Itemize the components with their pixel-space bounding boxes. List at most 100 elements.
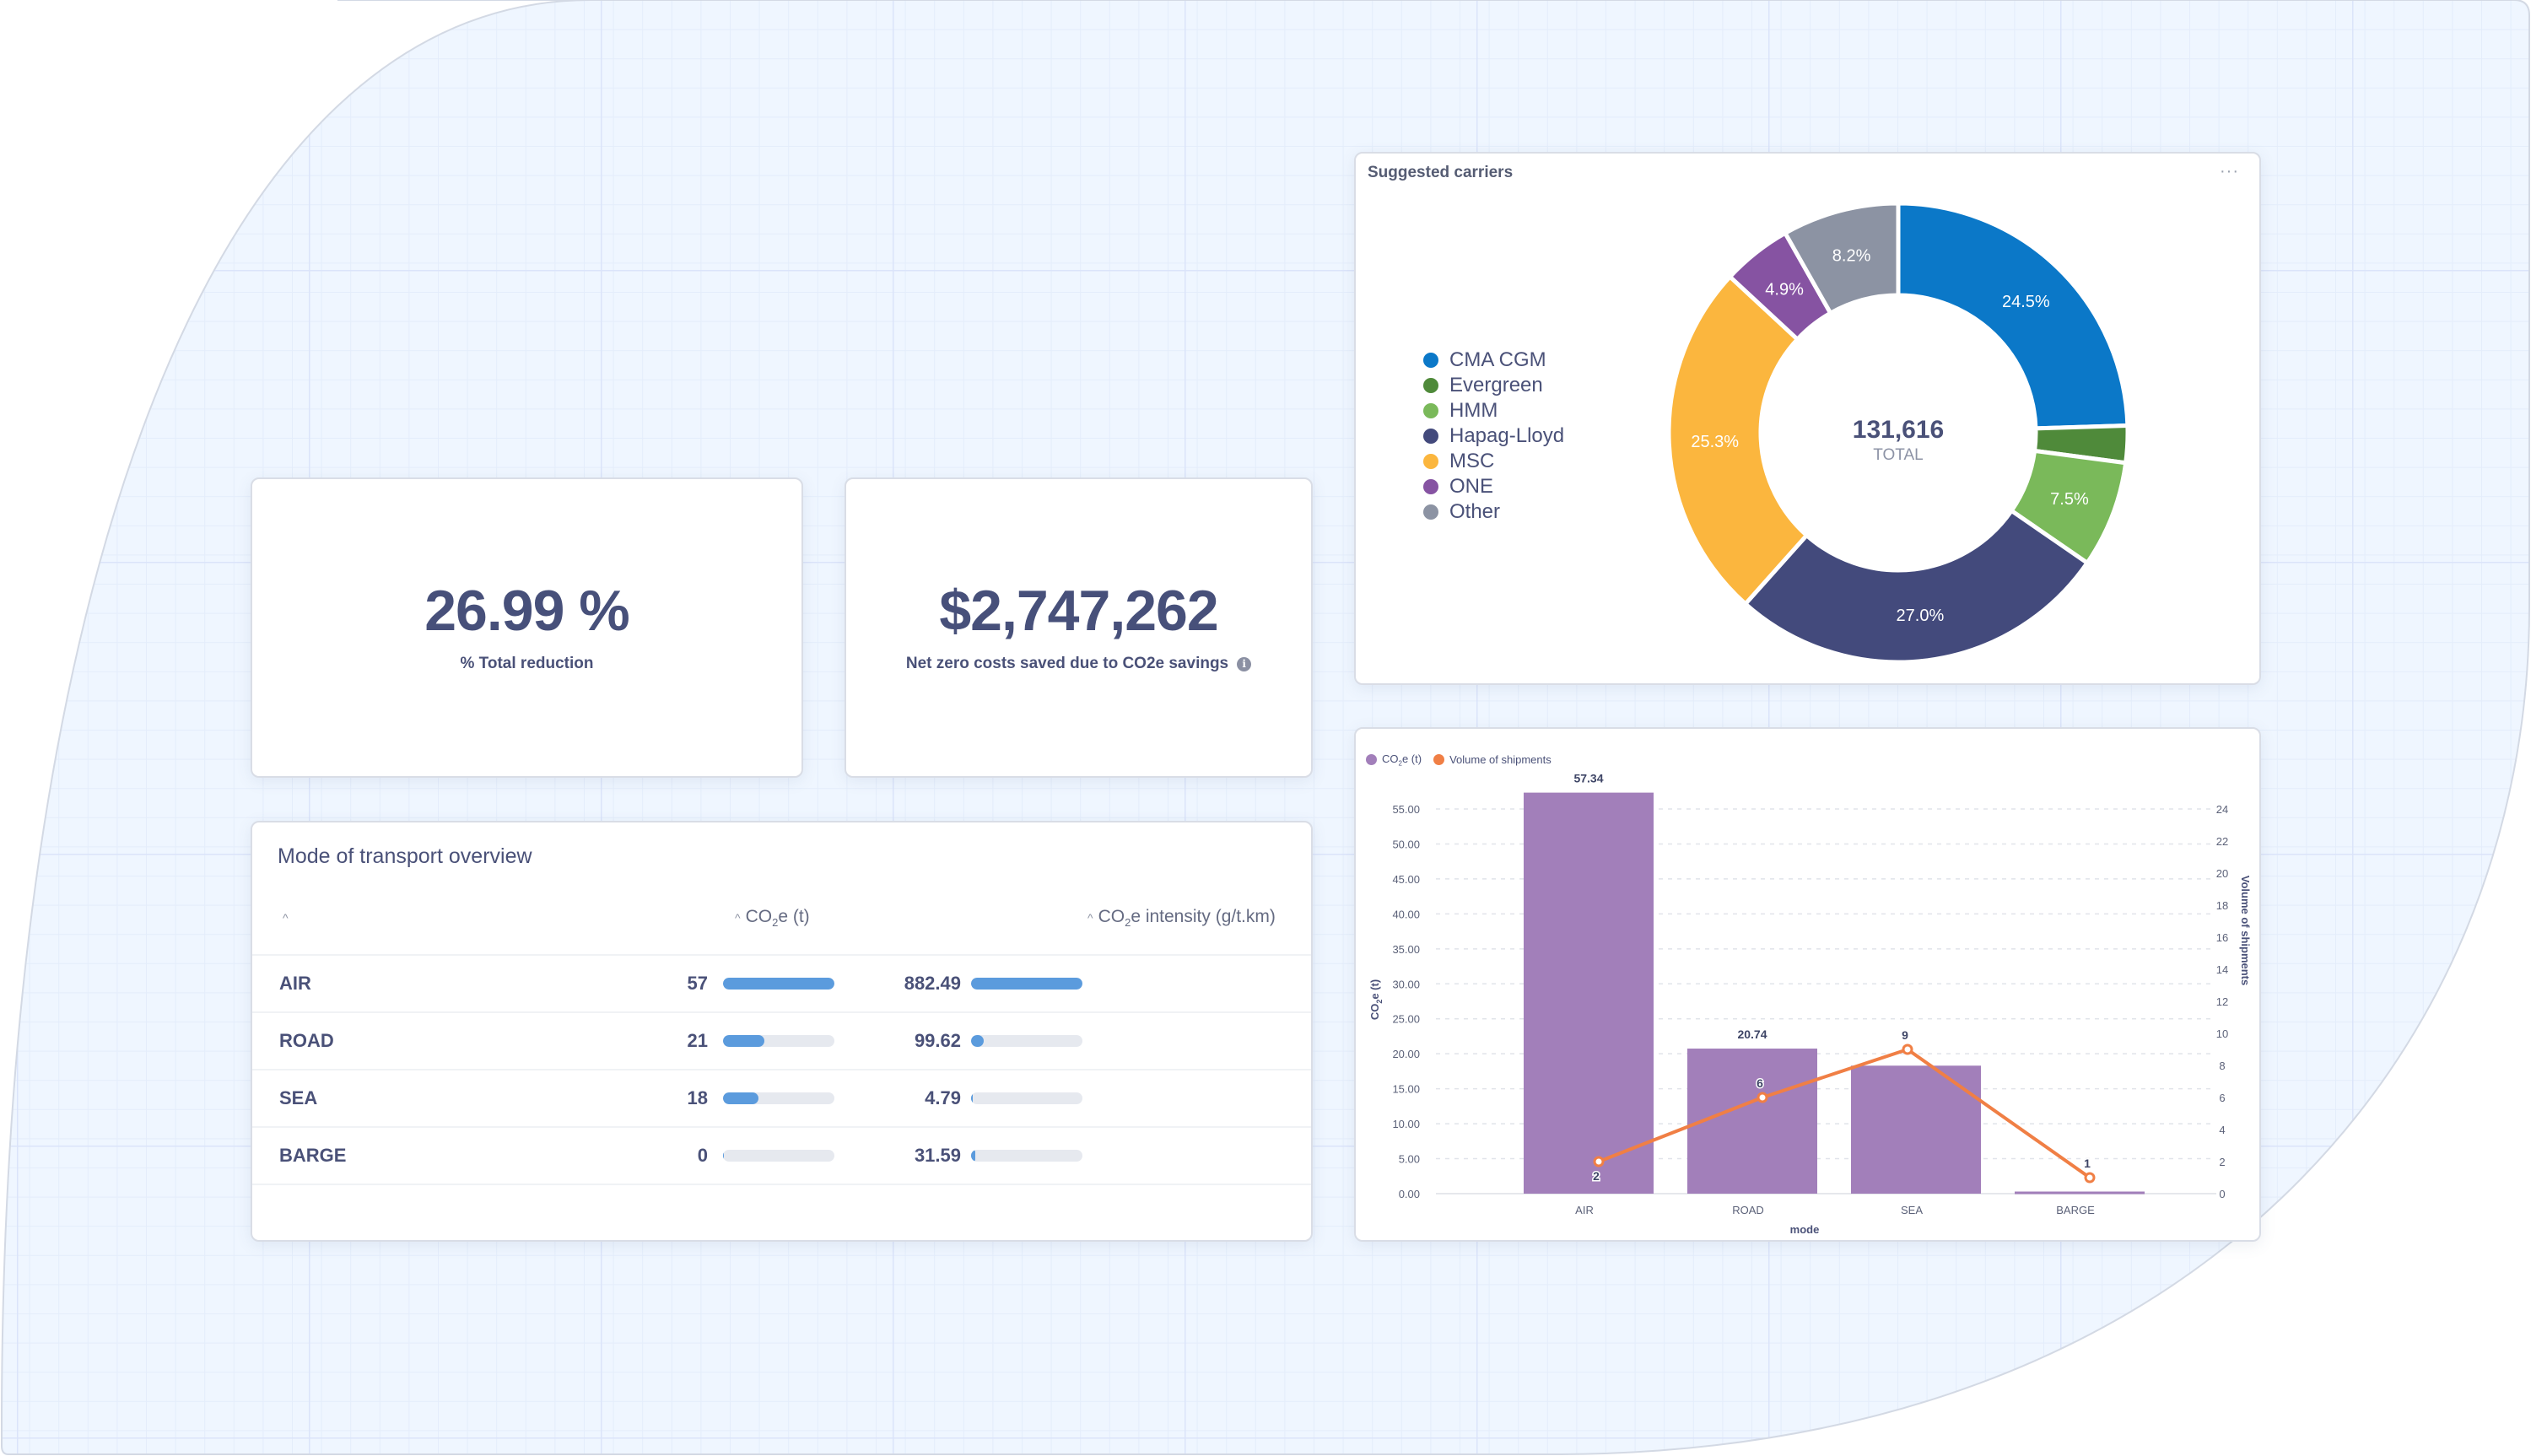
column-header-intensity[interactable]: ^ CO2e intensity (g/t.km) xyxy=(1087,907,1276,929)
slice-label: 25.3% xyxy=(1691,433,1739,451)
intensity-bar xyxy=(971,1150,1082,1162)
bar-sea[interactable] xyxy=(1851,1065,1981,1194)
table-row-divider xyxy=(252,1184,1311,1185)
co2-bar-fill xyxy=(723,1092,758,1104)
volume-point[interactable] xyxy=(1902,1043,1913,1055)
intensity-bar xyxy=(971,1035,1082,1047)
kpi-label: Net zero costs saved due to CO2e savings… xyxy=(905,655,1252,673)
bar-air[interactable] xyxy=(1524,792,1654,1194)
co2-bar xyxy=(723,1150,834,1162)
bar-road[interactable] xyxy=(1687,1049,1817,1194)
y-tick-label: 15.00 xyxy=(1392,1083,1420,1096)
cell-co2: 0 xyxy=(697,1145,708,1166)
volume-point[interactable] xyxy=(1593,1156,1605,1167)
table-row[interactable]: SEA 18 4.79 xyxy=(252,1069,1311,1128)
table-row[interactable]: AIR 57 882.49 xyxy=(252,954,1311,1013)
x-tick-label: SEA xyxy=(1901,1204,1923,1216)
kpi-card-total-reduction: 26.99 % % Total reduction xyxy=(251,477,803,778)
table-row[interactable]: BARGE 0 31.59 xyxy=(252,1126,1311,1185)
volume-value-label: 9 xyxy=(1902,1028,1908,1042)
kpi-label-text: Net zero costs saved due to CO2e savings xyxy=(905,655,1229,672)
x-tick-label: ROAD xyxy=(1732,1204,1764,1216)
slice-label: 27.0% xyxy=(1897,607,1945,625)
cell-intensity: 4.79 xyxy=(925,1087,961,1108)
bar-value-label: 57.34 xyxy=(1573,772,1603,785)
y2-tick-label: 8 xyxy=(2219,1060,2225,1072)
intensity-bar-fill xyxy=(971,1092,973,1104)
table-row[interactable]: ROAD 21 99.62 xyxy=(252,1011,1311,1070)
slice-label: 4.9% xyxy=(1765,280,1804,299)
kpi-value: 26.99 % xyxy=(424,579,630,643)
y2-tick-label: 18 xyxy=(2216,899,2228,912)
y-axis-title-text: e (t) xyxy=(1368,979,1381,1000)
y-tick-label: 20.00 xyxy=(1392,1048,1420,1060)
y-tick-label: 45.00 xyxy=(1392,873,1420,886)
x-axis-title: mode xyxy=(1790,1223,1820,1236)
y-axis-title: CO2e (t) xyxy=(1368,979,1384,1020)
y-tick-label: 50.00 xyxy=(1392,838,1420,850)
info-icon[interactable]: i xyxy=(1237,656,1252,671)
donut-chart: 24.5% 7.5% 27.0% 25.3% 4.9% 8.2% 131,616 TOTAL xyxy=(1666,201,2130,665)
co2-bar xyxy=(723,1035,834,1047)
header-text: e (t) xyxy=(778,907,810,926)
cell-mode: AIR xyxy=(279,973,311,994)
donut-total-value: 131,616 xyxy=(1853,416,1944,444)
co2-bar-fill xyxy=(723,978,834,990)
cell-mode: SEA xyxy=(279,1087,318,1108)
cell-intensity: 31.59 xyxy=(914,1145,961,1166)
intensity-bar-fill xyxy=(971,1035,984,1047)
intensity-bar-fill xyxy=(971,978,1082,990)
y2-tick-label: 24 xyxy=(2216,803,2228,816)
slice-label: 7.5% xyxy=(2050,490,2089,509)
bar-value-label: 20.74 xyxy=(1737,1027,1767,1041)
slice-label: 8.2% xyxy=(1832,247,1871,266)
sort-ascending-icon[interactable]: ^ xyxy=(1087,911,1093,925)
y2-tick-label: 20 xyxy=(2216,867,2228,880)
y2-tick-label: 14 xyxy=(2216,963,2228,976)
y-tick-label: 25.00 xyxy=(1392,1013,1420,1026)
y-tick-label: 10.00 xyxy=(1392,1118,1420,1130)
x-tick-label: AIR xyxy=(1575,1204,1594,1216)
bar-line-chart: 0.005.0010.0015.0020.0025.0030.0035.0040… xyxy=(1368,772,2252,1236)
header-text: CO xyxy=(745,907,773,926)
intensity-bar-fill xyxy=(971,1150,975,1162)
column-header-mode[interactable]: ^ xyxy=(283,907,294,927)
y2-tick-label: 16 xyxy=(2216,931,2228,944)
y-tick-label: 30.00 xyxy=(1392,978,1420,990)
kpi-value: $2,747,262 xyxy=(939,579,1218,643)
header-text: CO xyxy=(1098,907,1125,926)
co2-bar-fill xyxy=(723,1150,725,1162)
cell-mode: BARGE xyxy=(279,1145,347,1166)
volume-point[interactable] xyxy=(1757,1092,1768,1103)
sort-ascending-icon[interactable]: ^ xyxy=(283,911,289,925)
suggested-carriers-card: Suggested carriers ··· CMA CGM Evergreen H… xyxy=(1354,152,2261,685)
table-title: Mode of transport overview xyxy=(278,844,532,868)
cell-co2: 18 xyxy=(687,1087,708,1108)
table-header-row: ^ ^ CO2e (t) ^ CO2e intensity (g/t.km) xyxy=(252,873,1311,954)
y2-tick-label: 10 xyxy=(2216,1027,2228,1040)
y-tick-label: 5.00 xyxy=(1399,1153,1420,1166)
volume-value-label: 1 xyxy=(2084,1157,2091,1170)
y2-tick-label: 2 xyxy=(2219,1156,2225,1168)
donut-slice-cma-cgm[interactable] xyxy=(1896,201,2130,431)
column-header-co2[interactable]: ^ CO2e (t) xyxy=(735,907,810,929)
cell-co2: 57 xyxy=(687,973,708,994)
y2-tick-label: 4 xyxy=(2219,1124,2225,1136)
y-axis-title-text: CO xyxy=(1368,1004,1381,1021)
bar-barge[interactable] xyxy=(2015,1191,2145,1194)
y-tick-label: 0.00 xyxy=(1399,1188,1420,1200)
y2-tick-label: 12 xyxy=(2216,995,2228,1008)
sort-ascending-icon[interactable]: ^ xyxy=(735,911,741,925)
cell-co2: 21 xyxy=(687,1030,708,1051)
y2-axis-title: Volume of shipments xyxy=(2239,876,2252,986)
y2-tick-label: 22 xyxy=(2216,835,2228,848)
kpi-card-net-zero-savings: $2,747,262 Net zero costs saved due to C… xyxy=(845,477,1313,778)
volume-value-label: 6 xyxy=(1757,1076,1763,1090)
volume-point[interactable] xyxy=(2084,1172,2096,1184)
header-text: e intensity (g/t.km) xyxy=(1131,907,1276,926)
co2-by-mode-chart-card: CO2e (t) Volume of shipments 0.00 5.00 10.… xyxy=(1354,727,2261,1242)
intensity-bar xyxy=(971,978,1082,990)
donut-total-label: TOTAL xyxy=(1873,446,1923,464)
volume-value-label: 2 xyxy=(1593,1169,1600,1183)
mode-of-transport-card: Mode of transport overview ^ ^ CO2e (t) ^… xyxy=(251,821,1313,1242)
